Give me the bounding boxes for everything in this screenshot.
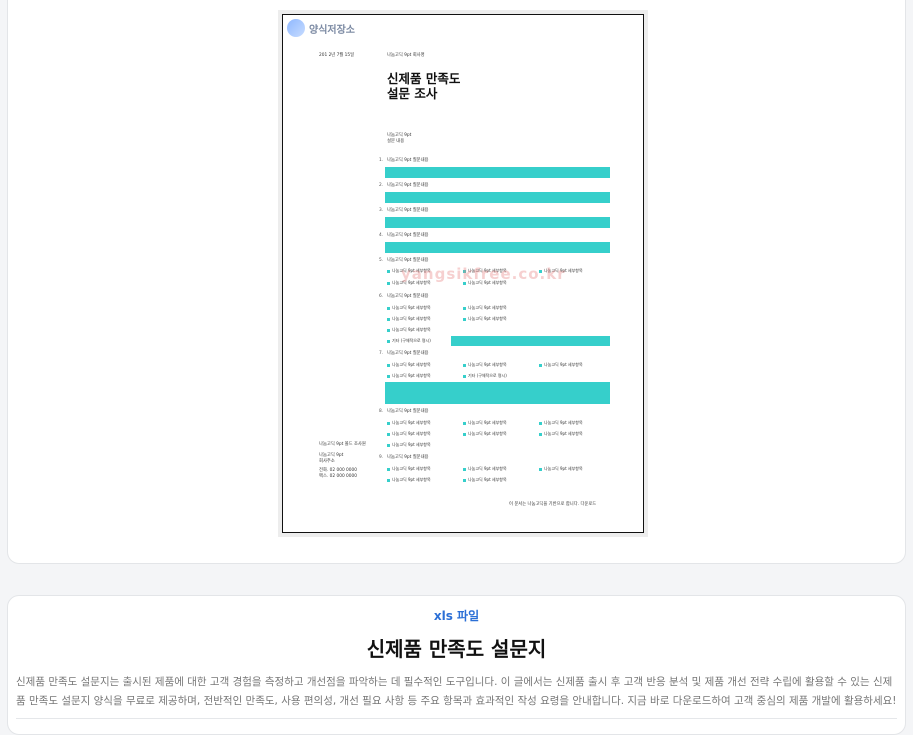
page-title: 신제품 만족도 설문지 <box>366 637 547 661</box>
q-number: 1. <box>379 158 384 163</box>
site-logo: 양식저장소 <box>287 19 355 37</box>
option-item: 나눔고딕 9pt 세부항목 <box>539 420 583 426</box>
sidebar-contact-fax: 팩스. 02 000 0000 <box>319 473 357 479</box>
file-type-label: xls 파일 <box>433 609 480 623</box>
q-number: 2. <box>379 183 384 188</box>
doc-title: 신제품 만족도 설문 조사 <box>387 71 460 101</box>
survey-sheet: 양식저장소 201 2년 7월 15일 나눔고딕 9pt 회사명 신제품 만족도… <box>282 14 644 533</box>
q-text: 나눔고딕 9pt 질문내용 <box>387 294 429 299</box>
logo-icon <box>287 19 305 37</box>
q-number: 5. <box>379 258 384 263</box>
option-item: 나눔고딕 9pt 세부항목 <box>539 431 583 437</box>
option-other: 기타 (구체적으로 명시) <box>463 373 507 379</box>
q-text: 나눔고딕 9pt 질문내용 <box>387 351 429 356</box>
doc-intro: 나눔고딕 9pt 설문 내용 <box>387 133 411 144</box>
option-item: 나눔고딕 9pt 세부항목 <box>539 466 583 472</box>
option-item: 나눔고딕 9pt 세부항목 <box>463 431 507 437</box>
q-text: 나눔고딕 9pt 질문내용 <box>387 208 429 213</box>
page-description: 신제품 만족도 설문지는 출시된 제품에 대한 고객 경험을 측정하고 개선점을… <box>16 676 897 707</box>
q-text: 나눔고딕 9pt 질문내용 <box>387 455 429 460</box>
option-item: 나눔고딕 9pt 세부항목 <box>387 431 431 437</box>
doc-org: 나눔고딕 9pt 회사명 <box>387 53 425 58</box>
q-text: 나눔고딕 9pt 질문내용 <box>387 233 429 238</box>
q-text: 나눔고딕 9pt 질문내용 <box>387 258 429 263</box>
option-item: 나눔고딕 9pt 세부항목 <box>463 466 507 472</box>
option-item: 나눔고딕 9pt 세부항목 <box>387 362 431 368</box>
option-item: 나눔고딕 9pt 세부항목 <box>387 442 431 448</box>
doc-title-line2: 설문 조사 <box>387 86 438 101</box>
answer-bar <box>385 167 610 178</box>
option-other: 기타 (구체적으로 명시) <box>387 338 431 344</box>
option-item: 나눔고딕 9pt 세부항목 <box>387 477 431 483</box>
info-card: xls 파일 신제품 만족도 설문지 신제품 만족도 설문지는 출시된 제품에 … <box>7 595 906 735</box>
document-preview[interactable]: 양식저장소 201 2년 7월 15일 나눔고딕 9pt 회사명 신제품 만족도… <box>278 10 648 537</box>
option-item: 나눔고딕 9pt 세부항목 <box>463 477 507 483</box>
q-text: 나눔고딕 9pt 질문내용 <box>387 183 429 188</box>
option-item: 나눔고딕 9pt 세부항목 <box>463 316 507 322</box>
q-number: 9. <box>379 455 384 460</box>
sidebar-contact-address: 회사주소 <box>319 458 335 464</box>
logo-text: 양식저장소 <box>309 24 355 36</box>
sidebar-contact: 나눔고딕 9pt 회사주소 전화. 02 000 0000 팩스. 02 000… <box>319 453 357 479</box>
q-text: 나눔고딕 9pt 질문내용 <box>387 158 429 163</box>
answer-bar <box>385 217 610 228</box>
doc-intro-line1: 나눔고딕 9pt <box>387 133 412 138</box>
option-item: 나눔고딕 9pt 세부항목 <box>387 373 431 379</box>
doc-date: 201 2년 7월 15일 <box>319 53 355 58</box>
option-item: 나눔고딕 9pt 세부항목 <box>387 466 431 472</box>
q-number: 8. <box>379 409 384 414</box>
doc-title-line1: 신제품 만족도 <box>387 71 461 86</box>
option-item: 나눔고딕 9pt 세부항목 <box>463 305 507 311</box>
option-item: 나눔고딕 9pt 세부항목 <box>387 420 431 426</box>
answer-bar <box>451 336 610 346</box>
q-number: 7. <box>379 351 384 356</box>
doc-footer: 이 문서는 나눔고딕을 기반으로 합니다. 다운로드 <box>509 502 597 507</box>
doc-intro-line2: 설문 내용 <box>387 138 405 144</box>
option-item: 나눔고딕 9pt 세부항목 <box>463 362 507 368</box>
q-number: 3. <box>379 208 384 213</box>
divider <box>16 718 897 719</box>
q-number: 6. <box>379 294 384 299</box>
option-item: 나눔고딕 9pt 세부항목 <box>463 420 507 426</box>
q-text: 나눔고딕 9pt 질문내용 <box>387 409 429 414</box>
option-item: 나눔고딕 9pt 세부항목 <box>387 327 431 333</box>
q-number: 4. <box>379 233 384 238</box>
option-item: 나눔고딕 9pt 세부항목 <box>539 362 583 368</box>
answer-bar <box>385 382 610 404</box>
sidebar-surveyor: 나눔고딕 9pt 볼드 조사원 <box>319 442 366 447</box>
sidebar-contact-phone: 전화. 02 000 0000 <box>319 468 357 474</box>
preview-card: 양식저장소 201 2년 7월 15일 나눔고딕 9pt 회사명 신제품 만족도… <box>7 0 906 564</box>
answer-bar <box>385 242 610 253</box>
watermark: yangsikfree.co.kr <box>401 265 566 283</box>
answer-bar <box>385 192 610 203</box>
option-item: 나눔고딕 9pt 세부항목 <box>387 316 431 322</box>
option-item: 나눔고딕 9pt 세부항목 <box>387 305 431 311</box>
